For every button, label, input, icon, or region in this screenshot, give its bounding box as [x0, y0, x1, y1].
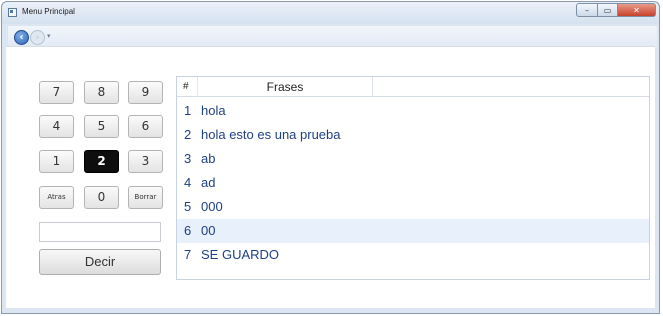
table-row-selected[interactable]: 6 00 [177, 219, 649, 243]
row-phrase: hola [201, 103, 226, 118]
table-row[interactable]: 5 000 [177, 195, 649, 219]
window-title: Menu Principal [22, 7, 75, 16]
row-phrase: 000 [201, 199, 223, 214]
key-8[interactable]: 8 [84, 81, 119, 104]
atras-button[interactable]: Atras [39, 186, 74, 209]
table-row[interactable]: 2 hola esto es una prueba [177, 123, 649, 147]
decir-button[interactable]: Decir [39, 249, 161, 275]
key-1[interactable]: 1 [39, 150, 74, 173]
maximize-button[interactable]: ▭ [598, 3, 618, 17]
close-button[interactable]: ✕ [618, 3, 656, 17]
table-row[interactable]: 3 ab [177, 147, 649, 171]
row-phrase: SE GUARDO [201, 247, 280, 262]
row-number: 4 [184, 175, 192, 190]
navigation-bar: ‹ › ▾ [8, 26, 657, 48]
row-number: 7 [184, 247, 192, 262]
key-2[interactable]: 2 [84, 150, 119, 173]
table-row[interactable]: 4 ad [177, 171, 649, 195]
key-5[interactable]: 5 [84, 115, 119, 138]
row-phrase: ab [201, 151, 216, 166]
key-3[interactable]: 3 [128, 150, 163, 173]
key-0[interactable]: 0 [84, 186, 119, 209]
key-4[interactable]: 4 [39, 115, 74, 138]
phrases-table: # Frases 1 hola 2 hola esto es una prueb… [176, 76, 650, 280]
row-number: 5 [184, 199, 192, 214]
phrase-input[interactable] [39, 222, 161, 242]
row-number: 3 [184, 151, 192, 166]
back-arrow-icon[interactable]: ‹ [14, 30, 29, 45]
title-bar: Menu Principal – ▭ ✕ [2, 2, 659, 24]
forward-arrow-icon[interactable]: › [30, 30, 45, 45]
row-number: 2 [184, 127, 192, 142]
column-header-frases[interactable]: Frases [198, 77, 372, 97]
table-row[interactable]: 1 hola [177, 99, 649, 123]
key-7[interactable]: 7 [39, 81, 74, 104]
table-body: 1 hola 2 hola esto es una prueba 3 ab 4 … [177, 99, 649, 267]
table-row[interactable]: 7 SE GUARDO [177, 243, 649, 267]
row-phrase: hola esto es una prueba [201, 127, 341, 142]
column-header-number[interactable]: # [183, 81, 189, 92]
key-6[interactable]: 6 [128, 115, 163, 138]
window-controls: – ▭ ✕ [576, 3, 656, 17]
row-phrase: 00 [201, 223, 216, 238]
borrar-button[interactable]: Borrar [128, 186, 163, 209]
row-number: 1 [184, 103, 192, 118]
column-divider [372, 77, 373, 97]
table-header: # Frases [177, 77, 649, 97]
app-icon [8, 8, 17, 17]
nav-history-dropdown-icon[interactable]: ▾ [47, 33, 53, 40]
minimize-button[interactable]: – [576, 3, 598, 17]
row-phrase: ad [201, 175, 216, 190]
row-number: 6 [184, 223, 192, 238]
key-9[interactable]: 9 [128, 81, 163, 104]
